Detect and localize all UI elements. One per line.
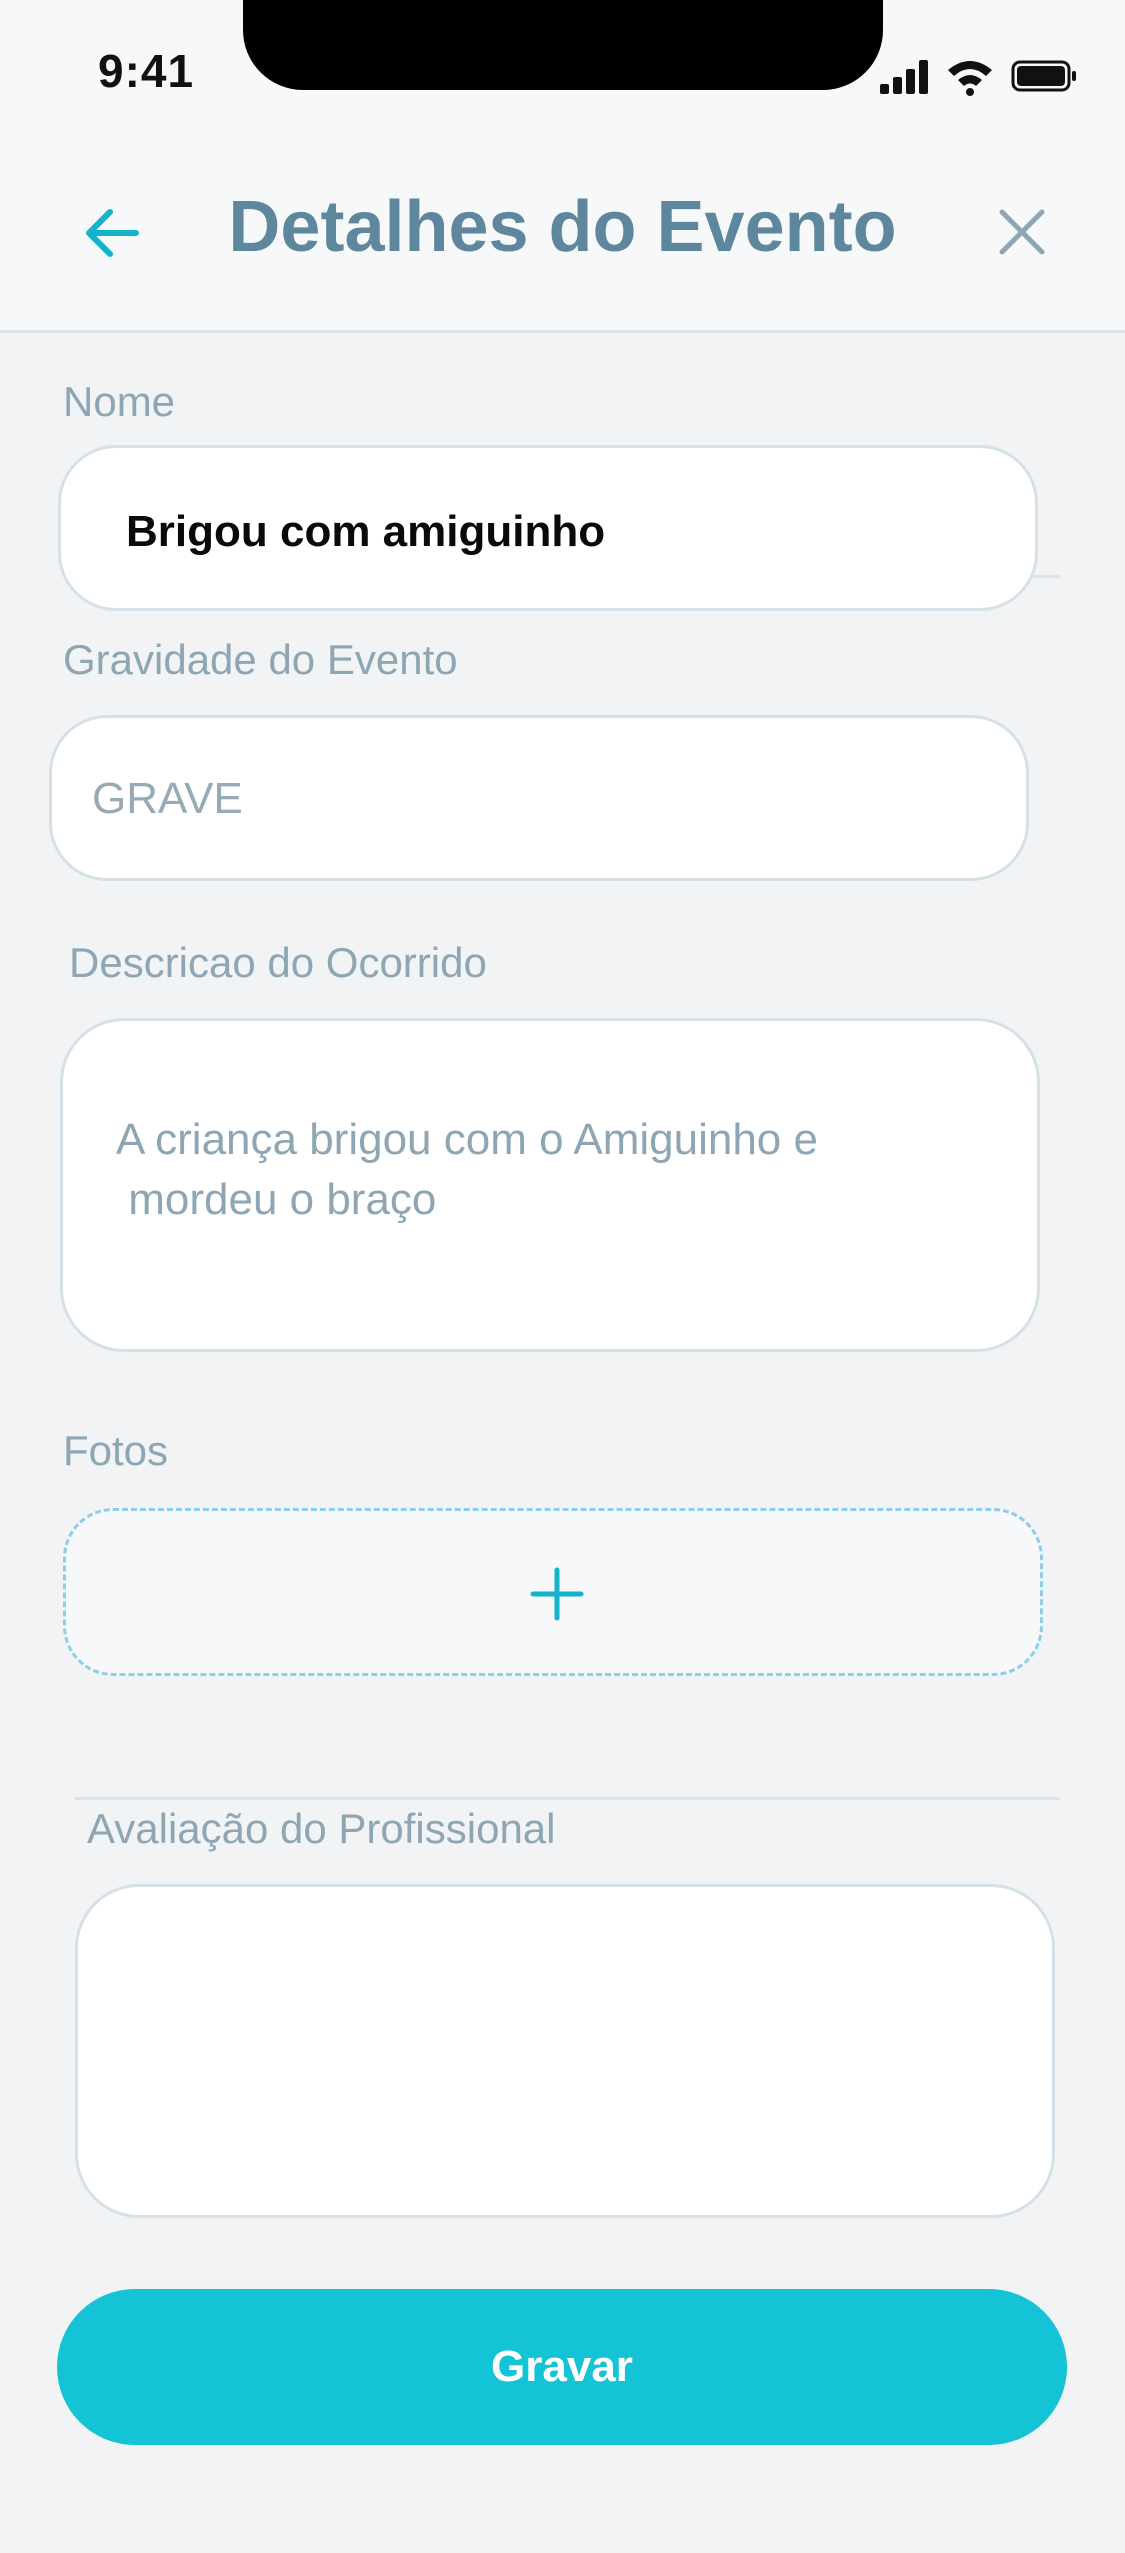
severity-field[interactable]: GRAVE <box>49 715 1029 881</box>
description-field[interactable]: A criança brigou com o Amiguinho e morde… <box>60 1018 1040 1352</box>
battery-icon <box>1011 60 1076 92</box>
evaluation-label: Avaliação do Profissional <box>87 1805 556 1852</box>
name-label: Nome <box>63 378 176 425</box>
wifi-icon <box>948 61 992 96</box>
description-label: Descricao do Ocorrido <box>69 939 487 986</box>
signal-icon <box>880 60 928 94</box>
divider <box>75 1797 1060 1800</box>
save-button[interactable]: Gravar <box>57 2289 1067 2445</box>
plus-icon <box>530 1567 584 1621</box>
severity-label: Gravidade do Evento <box>63 636 458 683</box>
page-title: Detalhes do Evento <box>228 187 897 267</box>
add-photo-button[interactable] <box>63 1508 1043 1676</box>
status-time: 9:41 <box>98 45 195 97</box>
status-bar: 9:41 <box>0 0 1125 150</box>
name-value: Brigou com amiguinho <box>126 507 606 556</box>
evaluation-field[interactable] <box>75 1884 1055 2218</box>
status-icons <box>880 60 1076 96</box>
photos-label: Fotos <box>63 1427 169 1474</box>
close-icon[interactable] <box>990 200 1054 264</box>
device-notch <box>243 0 883 90</box>
nav-bar: Detalhes do Evento <box>0 150 1125 333</box>
severity-value: GRAVE <box>92 774 243 823</box>
name-field[interactable]: Brigou com amiguinho <box>58 445 1038 611</box>
description-line-2: mordeu o braço <box>116 1175 437 1224</box>
description-line-1: A criança brigou com o Amiguinho e <box>116 1115 818 1164</box>
